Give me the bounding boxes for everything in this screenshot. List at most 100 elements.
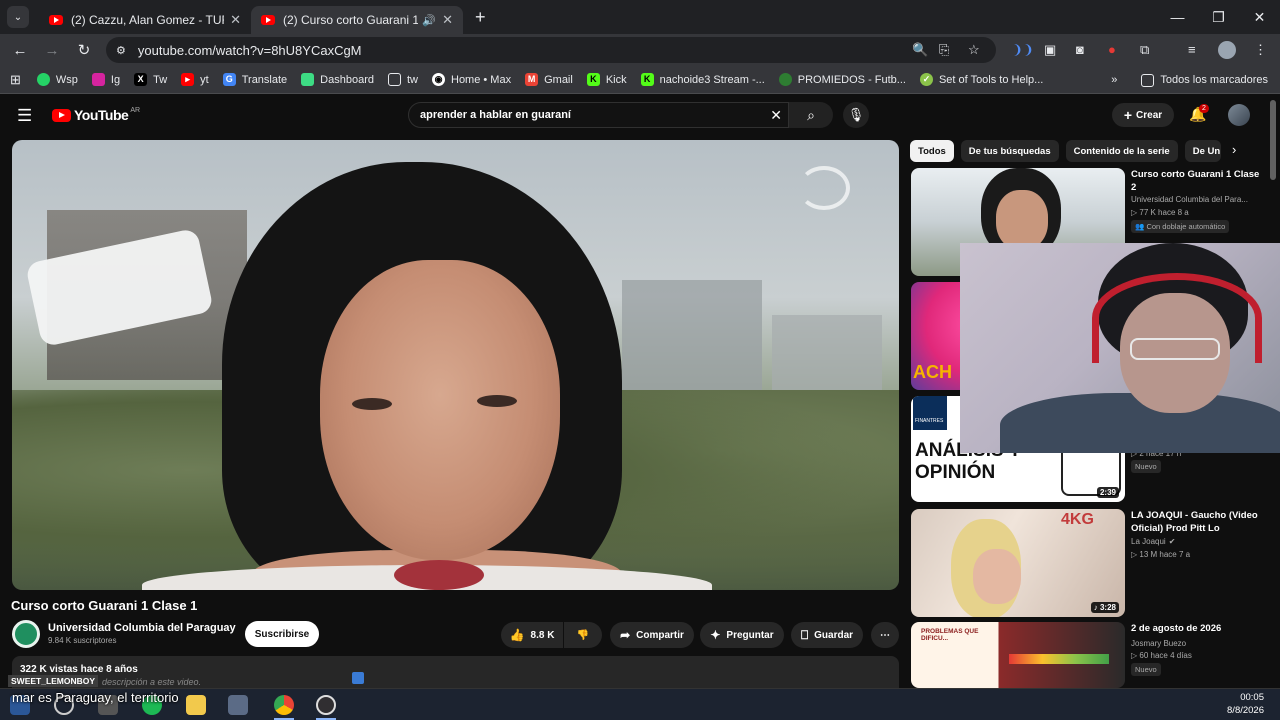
- bookmark-label: Gmail: [544, 73, 573, 86]
- extension-media-icon[interactable]: ◙: [1076, 42, 1084, 57]
- close-tab-icon[interactable]: ✕: [230, 12, 241, 28]
- rec-channel[interactable]: Josmary Buezo: [1131, 639, 1186, 648]
- close-tab-icon[interactable]: ✕: [442, 12, 453, 28]
- subscriber-count: 9.84 K suscriptores: [48, 636, 117, 645]
- streamer-name-tag: SWEET_LEMONBOY: [8, 675, 99, 687]
- bookmark-yt[interactable]: ▸ yt: [181, 73, 209, 86]
- bookmark-label: Ig: [110, 73, 121, 86]
- search-button[interactable]: ⌕: [789, 102, 833, 128]
- chrome-icon[interactable]: [274, 695, 294, 715]
- hamburger-menu-icon[interactable]: ☰: [17, 106, 32, 126]
- zoom-icon[interactable]: 🔍: [912, 42, 928, 58]
- folder-icon: [1141, 73, 1155, 87]
- page-scrollbar[interactable]: [1270, 100, 1276, 180]
- rec-channel-text: La Joaqui: [1131, 537, 1166, 546]
- bookmark-gmail[interactable]: M Gmail: [525, 73, 573, 86]
- system-clock[interactable]: 00:05 8/8/2026: [1227, 691, 1264, 717]
- thumbs-up-icon: 👍: [509, 628, 525, 642]
- thumb-face: [973, 549, 1021, 604]
- search-input[interactable]: aprender a hablar en guaraní ✕: [408, 102, 789, 128]
- bookmark-star-icon[interactable]: ☆: [968, 42, 980, 58]
- bookmark-tw[interactable]: X Tw: [134, 73, 167, 86]
- rec-channel[interactable]: La Joaqui ✔: [1131, 537, 1175, 546]
- live-caption-text: mar es Paraguay, el territorio: [12, 690, 179, 705]
- bookmark-translate[interactable]: G Translate: [222, 73, 287, 86]
- subscribe-button[interactable]: Suscribirse: [245, 621, 319, 647]
- channel-name[interactable]: Universidad Columbia del Paraguay: [48, 622, 236, 634]
- minimize-icon[interactable]: —: [1157, 0, 1198, 34]
- account-avatar[interactable]: [1228, 104, 1250, 126]
- new-tab-button[interactable]: +: [475, 7, 486, 28]
- youtube-logo[interactable]: YouTube AR: [52, 107, 140, 123]
- chip-contenido-serie[interactable]: Contenido de la serie: [1065, 140, 1178, 162]
- share-button[interactable]: ➦ Compartir: [610, 622, 694, 648]
- cast-icon[interactable]: ⎘: [939, 42, 949, 58]
- video-thumbnail[interactable]: PROBLEMAS QUE DIFICU...: [911, 622, 1125, 688]
- tab-search-button[interactable]: ⌄: [7, 6, 29, 28]
- app-icon[interactable]: [228, 695, 248, 715]
- recommended-video[interactable]: 4KG ♪ 3:28 LA JOAQUI - Gaucho (Video Ofi…: [911, 509, 1261, 617]
- tab-guarani[interactable]: (2) Curso corto Guarani 1 Cl 🔊 ✕: [251, 6, 463, 34]
- thumbs-down-icon: 👎: [576, 629, 590, 641]
- clear-search-icon[interactable]: ✕: [770, 107, 782, 124]
- address-bar[interactable]: ⚙ youtube.com/watch?v=8hU8YCaxCgM 🔍 ⎘ ☆: [106, 37, 996, 63]
- recommended-video[interactable]: PROBLEMAS QUE DIFICU... 2 de agosto de 2…: [911, 622, 1261, 688]
- ask-button[interactable]: ✦ Preguntar: [700, 622, 784, 648]
- bookmark-dashboard[interactable]: Dashboard: [301, 73, 374, 86]
- site-info-icon[interactable]: ⚙: [116, 44, 126, 57]
- apps-grid-icon[interactable]: ⊞: [10, 72, 21, 88]
- video-thumbnail[interactable]: 4KG ♪ 3:28: [911, 509, 1125, 617]
- voice-search-button[interactable]: 🎙: [843, 102, 869, 128]
- maximize-icon[interactable]: ❐: [1198, 0, 1239, 34]
- rec-title[interactable]: LA JOAQUI - Gaucho (Video Oficial) Prod …: [1131, 509, 1261, 535]
- rec-title[interactable]: 2 de agosto de 2026: [1131, 622, 1261, 635]
- chip-de-un[interactable]: De Un: [1184, 140, 1221, 162]
- bookmark-tools[interactable]: ✓ Set of Tools to Help...: [919, 73, 1043, 86]
- bookmark-max[interactable]: ◉ Home • Max: [432, 73, 511, 86]
- rec-channel[interactable]: Universidad Columbia del Para...: [1131, 195, 1248, 204]
- chevron-right-icon[interactable]: ›: [1232, 142, 1236, 157]
- more-actions-button[interactable]: ⋯: [871, 622, 899, 648]
- rec-title[interactable]: Curso corto Guarani 1 Clase 2: [1131, 168, 1261, 194]
- bookmark-folder-tw[interactable]: tw: [388, 73, 418, 86]
- chip-todos[interactable]: Todos: [910, 140, 954, 162]
- bookmarks-overflow-button[interactable]: »: [1111, 74, 1117, 86]
- bookmark-wsp[interactable]: Wsp: [36, 73, 78, 86]
- bookmark-kick[interactable]: K Kick: [586, 73, 627, 86]
- dislike-button[interactable]: 👎: [564, 622, 602, 648]
- profile-avatar-icon[interactable]: [1218, 41, 1236, 59]
- views-and-date: 322 K vistas hace 8 años: [20, 664, 138, 675]
- country-code: AR: [130, 106, 141, 114]
- video-title: Curso corto Guarani 1 Clase 1: [11, 598, 198, 613]
- obs-icon[interactable]: [316, 695, 336, 715]
- thumb-text: 4KG: [1061, 511, 1094, 528]
- file-explorer-icon[interactable]: [186, 695, 206, 715]
- close-window-icon[interactable]: ✕: [1239, 0, 1280, 34]
- bookmark-ig[interactable]: Ig: [91, 73, 121, 86]
- tab-cazzu[interactable]: (2) Cazzu, Alan Gomez - TURRA ✕: [39, 6, 251, 34]
- like-button[interactable]: 👍 8.8 K: [501, 622, 563, 648]
- x-icon: X: [134, 73, 148, 86]
- windows-taskbar: 00:05 8/8/2026: [0, 688, 1280, 720]
- bookmark-kick-stream[interactable]: Knachoide3 Stream -...: [640, 73, 765, 86]
- tab-title: (2) Cazzu, Alan Gomez - TURRA: [71, 13, 224, 27]
- all-bookmarks[interactable]: Todos los marcadores: [1141, 73, 1268, 87]
- forward-arrow-icon[interactable]: →: [36, 42, 68, 59]
- reload-icon[interactable]: ↻: [68, 41, 100, 59]
- extension-box-icon[interactable]: ▣: [1044, 42, 1056, 58]
- back-arrow-icon[interactable]: ←: [4, 42, 36, 59]
- menu-dots-icon[interactable]: ⋮: [1254, 42, 1267, 58]
- logo-text: YouTube: [74, 107, 129, 123]
- speaker-icon[interactable]: 🔊: [422, 14, 436, 27]
- media-control-icon[interactable]: ≡: [1188, 42, 1196, 57]
- channel-avatar[interactable]: [12, 620, 40, 648]
- chip-de-tus-busquedas[interactable]: De tus búsquedas: [960, 140, 1059, 162]
- extension-adblock-icon[interactable]: ●: [1108, 42, 1116, 57]
- bookmark-promiedos[interactable]: PROMIEDOS - Futb...: [778, 73, 906, 86]
- youtube-play-icon: [52, 108, 71, 122]
- video-player[interactable]: [12, 140, 899, 590]
- save-button[interactable]: ⎕ Guardar: [791, 622, 863, 648]
- extension-translate-icon[interactable]: ❩❩: [1012, 42, 1034, 58]
- create-button[interactable]: + Crear: [1112, 103, 1174, 127]
- extensions-puzzle-icon[interactable]: ⧉: [1140, 42, 1149, 58]
